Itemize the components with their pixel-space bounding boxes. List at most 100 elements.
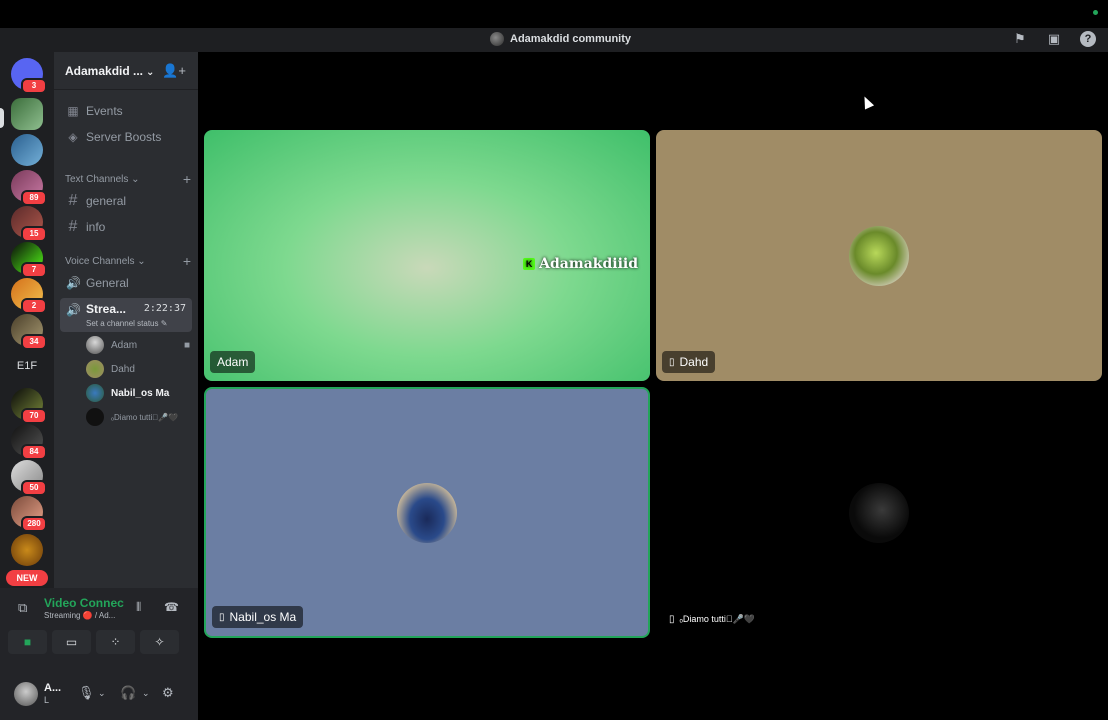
video-tile-dahd[interactable]: ▯ Dahd [656,130,1102,381]
chevron-down-icon: ⌄ [146,66,155,78]
voice-substatus: Streaming 🔴 / Ad... [44,611,116,620]
voice-buttons: ■ ▭ ⁘ ✧ [8,630,179,654]
user-avatar[interactable] [14,682,38,706]
noise-suppression-icon[interactable]: ⦀ [136,600,141,615]
member-name: Adam [111,339,138,351]
tile-label: ▯ ₒDiamo tutti🏻‍🎤🖤 [662,608,762,630]
server-icon-2[interactable] [11,134,43,166]
server-icon-4[interactable]: 15 [11,206,47,242]
server-badge: 280 [21,516,47,532]
stream-channel-name: Strea... [86,302,127,316]
avatar [86,360,104,378]
avatar [849,482,909,543]
member-name: Nabil_os Ma [111,387,170,399]
add-channel-icon[interactable]: + [183,254,191,268]
server-icon-10[interactable]: 50 [11,460,47,496]
events-label: Events [86,104,123,118]
gear-icon[interactable]: ⚙ [162,685,174,701]
tile-label: ▯ Nabil_os Ma [212,606,304,628]
category-voice-channels[interactable]: Voice Channels ⌄ + [65,254,191,268]
tile-label: ▯ Dahd [662,351,716,373]
disconnect-icon[interactable]: ☎ [164,600,179,614]
home-button[interactable]: 3 [11,58,47,94]
channel-general[interactable]: # general [62,190,190,212]
popout-icon[interactable]: ▣ [1046,31,1062,47]
channel-label: general [86,194,127,208]
video-tile-diamo[interactable]: ▯ ₒDiamo tutti🏻‍🎤🖤 [656,387,1102,638]
flag-icon[interactable]: ⚑ [1012,31,1028,47]
video-stage: K Adamakdiiid Adam ▯ Dahd ▯ Nabil_os Ma … [198,52,1108,720]
microphone-icon[interactable]: 🎙 [78,685,95,701]
avatar [849,225,909,286]
menu-server-boosts[interactable]: ◈ Server Boosts [62,126,190,148]
voice-connection-panel: ⧉ Video Connected Streaming 🔴 / Ad... ⦀ … [0,588,198,668]
calendar-icon: ▦ [67,104,79,118]
category-text-channels[interactable]: Text Channels ⌄ + [65,172,191,186]
screenshare-button[interactable]: ▭ [52,630,91,654]
server-icon-8[interactable]: 70 [11,388,47,424]
help-icon[interactable]: ? [1080,31,1096,47]
server-badge: 50 [21,480,47,496]
stream-timer: 2:22:37 [143,303,186,314]
server-icon-menaa[interactable]: 2 [11,278,47,314]
server-icon-3[interactable]: 89 [11,170,47,206]
server-badge: 7 [21,262,47,278]
boost-icon: ◈ [68,130,78,144]
activities-button[interactable]: ⁘ [96,630,135,654]
soundboard-button[interactable]: ✧ [140,630,179,654]
server-badge: 15 [21,226,47,242]
server-badge: 89 [21,190,47,206]
server-text-e1f[interactable]: E1F [11,360,43,372]
server-icon-7[interactable]: 34 [11,314,47,350]
new-badge: NEW [6,570,48,586]
tile-name: Dahd [679,355,709,369]
avatar [397,482,457,543]
server-icon-9[interactable]: 84 [11,424,47,460]
hash-icon: # [68,218,78,235]
channel-label: General [86,276,129,290]
video-tile-nabil[interactable]: ▯ Nabil_os Ma [204,387,650,638]
headphones-icon[interactable]: 🎧 [120,685,136,701]
category-label: Voice Channels [65,256,135,267]
voice-member[interactable]: ₒDiamo tutti🏻‍🎤🖤 [86,407,190,427]
boosts-label: Server Boosts [86,130,162,144]
title-bar: Adamakdid community ⚑ ▣ ? [0,28,1108,52]
server-icon-adamakdid[interactable] [11,98,43,130]
selected-pill [0,108,4,128]
user-name[interactable]: A... [44,682,61,694]
chevron-down-icon[interactable]: ⌄ [142,688,150,699]
voice-member[interactable]: Nabil_os Ma [86,383,190,403]
chevron-down-icon[interactable]: ⌄ [98,688,106,699]
server-icon-11[interactable]: 280 [11,496,47,532]
voice-channel-general[interactable]: 🔊 General [62,272,190,294]
online-indicator [1093,10,1098,15]
voice-member[interactable]: Adam ■ [86,335,190,355]
channel-status-prompt[interactable]: Set a channel status ✎ [86,319,167,328]
mobile-icon: ▯ [669,356,675,368]
hash-icon: # [68,192,78,209]
add-channel-icon[interactable]: + [183,172,191,186]
tile-name: Adam [217,355,249,369]
home-badge: 3 [21,78,47,94]
camera-button[interactable]: ■ [8,630,47,654]
camera-icon: ■ [183,339,190,351]
add-member-icon[interactable]: 👤+ [162,63,186,79]
signal-icon[interactable]: ⧉ [18,600,27,616]
activity-icon: ⁘ [110,635,121,649]
channel-info[interactable]: # info [62,216,190,238]
channel-label: info [86,220,106,234]
server-icon-12[interactable] [11,534,43,566]
avatar [86,408,104,426]
voice-channel-stream[interactable]: 🔊 Strea... 2:22:37 Set a channel status … [60,298,192,332]
guild-header[interactable]: Adamakdid ... ⌄ 👤+ [54,52,198,90]
video-tile-adam[interactable]: K Adamakdiiid Adam [204,130,650,381]
menu-events[interactable]: ▦ Events [62,100,190,122]
voice-member[interactable]: Dahd [86,359,190,379]
kick-logo-icon: K [523,258,536,270]
guild-name: Adamakdid ... ⌄ [65,63,155,78]
voice-status[interactable]: Video Connected [44,596,124,610]
server-icon-kick[interactable]: 7 [11,242,47,278]
server-badge: 2 [21,298,47,314]
screen-icon: ▭ [65,635,78,649]
server-badge: 70 [21,408,47,424]
